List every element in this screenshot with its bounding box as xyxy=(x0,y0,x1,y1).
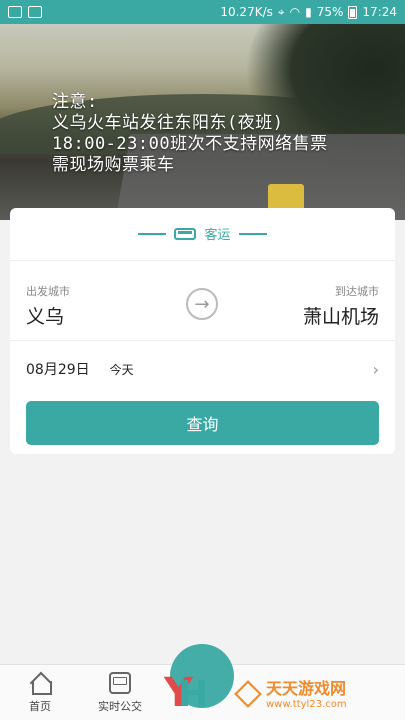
watermark-title: 天天游戏网 xyxy=(266,678,347,698)
watermark-logo: Y H xyxy=(164,670,209,716)
chevron-right-icon: › xyxy=(372,359,379,379)
from-city-label: 出发城市 xyxy=(26,285,70,298)
coach-icon xyxy=(174,227,197,240)
battery-percent: 75% xyxy=(316,5,344,19)
notice-line: 义乌火车站发往东阳东(夜班) xyxy=(52,113,284,133)
location-icon: ⌖ xyxy=(277,4,285,19)
status-bar: 10.27K/s ⌖ ◠ ▮ 75% 17:24 xyxy=(0,0,405,24)
divider xyxy=(10,260,395,261)
wifi-icon: ◠ xyxy=(289,5,301,19)
clock: 17:24 xyxy=(362,5,397,19)
signal-icon: ▮ xyxy=(305,5,312,19)
banner-notice-text: 注意: 义乌火车站发往东阳东(夜班) 18:00-23:00班次不支持网络售票 … xyxy=(52,92,328,176)
notice-line: 18:00-23:00班次不支持网络售票 xyxy=(52,134,328,154)
tab-dash-right xyxy=(238,232,267,235)
notice-line: 需现场购票乘车 xyxy=(52,155,175,175)
notice-line: 注意: xyxy=(52,92,98,112)
mode-label: 客运 xyxy=(204,228,231,243)
nav-item-home[interactable]: 首页 xyxy=(0,665,80,720)
check-notification-icon xyxy=(28,6,42,18)
to-city-label: 到达城市 xyxy=(335,285,379,298)
departure-date: 08月29日 xyxy=(26,362,90,378)
battery-icon xyxy=(348,5,358,19)
nav-item-realtime-bus[interactable]: 实时公交 xyxy=(80,665,160,720)
watermark-url: www.ttyl23.com xyxy=(266,698,347,710)
divider xyxy=(10,340,395,341)
notification-icons xyxy=(0,6,42,18)
date-hint: 今天 xyxy=(109,362,134,377)
date-selector[interactable]: 08月29日 今天 › xyxy=(10,342,395,396)
watermark-text: 天天游戏网 www.ttyl23.com xyxy=(266,675,347,710)
to-city[interactable]: 萧山机场 xyxy=(303,302,379,329)
watermark-house-icon xyxy=(232,678,260,706)
query-button[interactable]: 查询 xyxy=(26,401,379,445)
nav-label: 首页 xyxy=(29,699,51,713)
mode-tab-coach[interactable]: 客运 xyxy=(10,224,395,243)
network-speed: 10.27K/s xyxy=(220,5,273,19)
swap-cities-button[interactable]: → xyxy=(186,288,218,320)
search-card: 客运 出发城市 义乌 → 到达城市 萧山机场 08月29日 今天 › 查询 xyxy=(10,208,395,454)
bus-icon xyxy=(109,671,131,694)
from-city[interactable]: 义乌 xyxy=(26,302,64,329)
notice-banner[interactable]: 注意: 义乌火车站发往东阳东(夜班) 18:00-23:00班次不支持网络售票 … xyxy=(0,24,405,220)
arrow-right-icon: → xyxy=(194,293,210,315)
watermark: Y H 天天游戏网 www.ttyl23.com xyxy=(160,664,405,720)
tab-dash-left xyxy=(138,232,167,235)
status-indicators: 10.27K/s ⌖ ◠ ▮ 75% 17:24 xyxy=(220,5,405,20)
gallery-notification-icon xyxy=(8,6,22,18)
home-icon xyxy=(29,672,52,695)
nav-label: 实时公交 xyxy=(98,699,142,713)
